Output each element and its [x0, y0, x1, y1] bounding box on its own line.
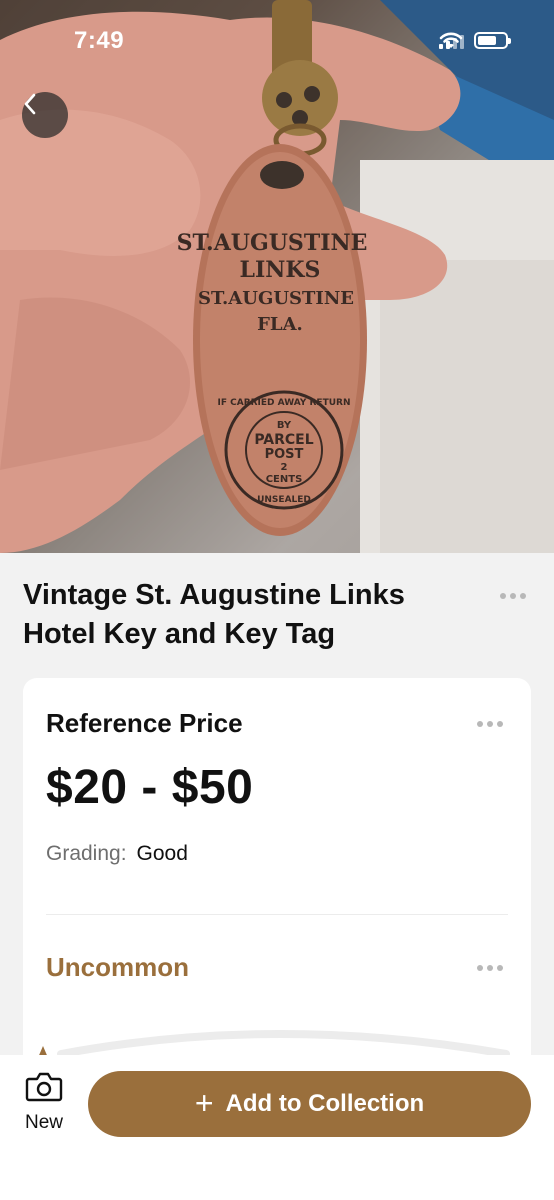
stamp-line-5: CENTS	[266, 474, 303, 485]
title-more-options-icon[interactable]	[500, 593, 526, 599]
status-time: 7:49	[74, 27, 125, 54]
bottom-action-bar: New + Add to Collection	[0, 1055, 554, 1200]
battery-icon	[474, 32, 511, 49]
grading-value: Good	[136, 842, 188, 865]
stamp-ring-top: IF CARRIED AWAY RETURN	[218, 398, 351, 408]
new-label: New	[24, 1112, 63, 1133]
stamp-ring-bottom: UNSEALED	[257, 495, 311, 505]
add-to-collection-label: Add to Collection	[225, 1090, 425, 1117]
status-icons	[439, 32, 511, 49]
grading-label: Grading:	[46, 842, 127, 865]
grading-row: Grading: Good	[46, 842, 188, 866]
item-title: Vintage St. Augustine Links Hotel Key an…	[23, 579, 405, 650]
status-bar: 7:49	[0, 0, 554, 84]
stamp-line-1: BY	[277, 420, 292, 431]
stamp-line-4: 2	[281, 462, 288, 473]
back-button[interactable]	[22, 92, 68, 138]
plus-icon: +	[194, 1084, 214, 1121]
chevron-left-icon	[24, 93, 36, 115]
stamp-line-2: PARCEL	[254, 432, 313, 448]
reference-price-label: Reference Price	[46, 708, 243, 738]
rarity-label: Uncommon	[46, 952, 189, 982]
wifi-icon	[439, 32, 463, 48]
add-to-collection-button[interactable]: + Add to Collection	[88, 1071, 531, 1137]
camera-icon	[25, 1072, 63, 1102]
tag-line-2: LINKS	[240, 257, 321, 283]
divider	[46, 914, 508, 915]
price-range: $20 - $50	[46, 761, 254, 814]
reference-more-options-icon[interactable]	[477, 721, 503, 727]
stamp-line-3: POST	[265, 447, 304, 462]
tag-line-3: ST.AUGUSTINE	[198, 288, 354, 309]
tag-line-4: FLA.	[257, 314, 303, 335]
tag-line-1: ST.AUGUSTINE	[177, 230, 368, 256]
rarity-more-options-icon[interactable]	[477, 965, 503, 971]
new-scan-button[interactable]: New	[14, 1071, 74, 1141]
item-photo: ST.AUGUSTINE LINKS ST.AUGUSTINE FLA. BY …	[0, 0, 554, 553]
